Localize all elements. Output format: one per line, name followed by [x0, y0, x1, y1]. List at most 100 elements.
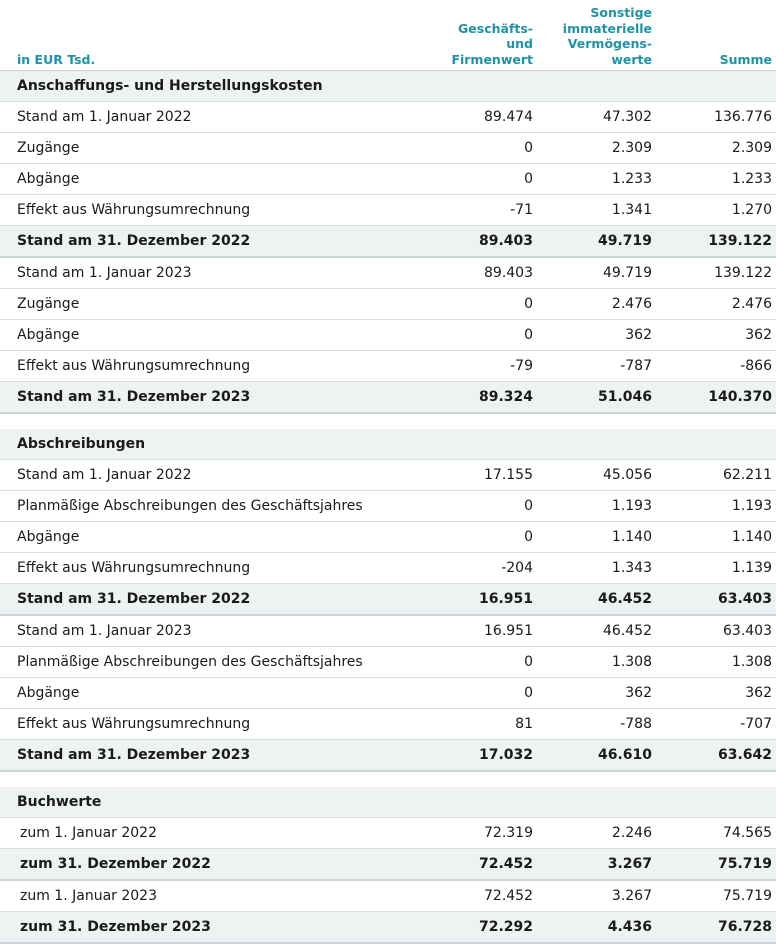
asset-schedule-table: in EUR Tsd. Geschäfts- und Firmenwert So…	[0, 0, 776, 944]
total-value: 76.728	[717, 919, 772, 935]
table-row: Stand am 1. Januar 2023 89.403 49.719 139.1…	[0, 258, 776, 289]
goodwill-value: 81	[515, 716, 533, 732]
total-value: 75.719	[723, 888, 772, 904]
goodwill-value: 16.951	[484, 623, 533, 639]
goodwill-value: 0	[524, 498, 533, 514]
row-label: Stand am 1. Januar 2022	[17, 109, 192, 125]
other-intangibles-value: -788	[620, 716, 652, 732]
section-spacer	[0, 772, 776, 787]
goodwill-value: 89.403	[484, 265, 533, 281]
total-value: 139.122	[708, 233, 772, 249]
goodwill-value: 0	[524, 529, 533, 545]
total-value: 139.122	[714, 265, 772, 281]
goodwill-value: 72.292	[478, 919, 533, 935]
row-label: zum 31. Dezember 2023	[20, 919, 211, 935]
table-row: Stand am 1. Januar 2023 16.951 46.452 63.40…	[0, 616, 776, 647]
other-intangibles-value: 46.452	[603, 623, 652, 639]
row-label: Stand am 31. Dezember 2022	[17, 591, 251, 607]
column-header-goodwill: Geschäfts- und Firmenwert	[451, 20, 533, 67]
row-label: Effekt aus Währungsumrechnung	[17, 358, 251, 374]
total-value: 63.403	[717, 591, 772, 607]
other-intangibles-value: 1.343	[611, 560, 652, 576]
total-value: 62.211	[723, 467, 772, 483]
goodwill-value: 89.474	[484, 109, 533, 125]
other-intangibles-value: 47.302	[603, 109, 652, 125]
other-intangibles-value: 2.476	[611, 296, 652, 312]
section-spacer	[0, 414, 776, 429]
row-label: zum 1. Januar 2022	[20, 825, 157, 841]
row-label: Effekt aus Währungsumrechnung	[17, 716, 251, 732]
goodwill-value: -71	[510, 202, 533, 218]
other-intangibles-value: 362	[625, 327, 652, 343]
total-value: 2.476	[731, 296, 772, 312]
other-intangibles-value: 2.246	[611, 825, 652, 841]
table-row: zum 1. Januar 2023 72.452 3.267 75.719	[0, 881, 776, 912]
goodwill-value: -79	[510, 358, 533, 374]
total-value: 1.140	[731, 529, 772, 545]
goodwill-value: -204	[501, 560, 533, 576]
other-intangibles-value: 4.436	[607, 919, 652, 935]
row-label: Abgänge	[17, 327, 80, 343]
table-row: zum 1. Januar 2022 72.319 2.246 74.565	[0, 818, 776, 849]
goodwill-value: 0	[524, 171, 533, 187]
row-label: Stand am 31. Dezember 2022	[17, 233, 251, 249]
other-intangibles-value: 3.267	[607, 856, 652, 872]
row-label: Abgänge	[17, 529, 80, 545]
total-value: 74.565	[723, 825, 772, 841]
row-label: Abgänge	[17, 171, 80, 187]
table-row: Effekt aus Währungsumrechnung -71 1.341 1.2…	[0, 195, 776, 226]
table-header: in EUR Tsd. Geschäfts- und Firmenwert So…	[0, 0, 776, 71]
goodwill-value: 72.319	[484, 825, 533, 841]
goodwill-value: 0	[524, 296, 533, 312]
total-value: 1.308	[731, 654, 772, 670]
other-intangibles-value: 46.610	[597, 747, 652, 763]
row-label: Effekt aus Währungsumrechnung	[17, 560, 251, 576]
total-value: 2.309	[731, 140, 772, 156]
total-row: zum 31. Dezember 2023 72.292 4.436 76.728	[0, 912, 776, 944]
other-intangibles-value: 1.140	[611, 529, 652, 545]
row-label: Stand am 1. Januar 2023	[17, 623, 192, 639]
other-intangibles-value: 3.267	[611, 888, 652, 904]
goodwill-value: 0	[524, 685, 533, 701]
goodwill-value: 72.452	[484, 888, 533, 904]
column-header-other-intangibles: Sonstige immaterielle Vermögens- werte	[562, 5, 652, 67]
table-row: Stand am 1. Januar 2022 89.474 47.302 136.7…	[0, 102, 776, 133]
table-row: Abgänge 0 1.233 1.233	[0, 164, 776, 195]
row-label: Planmäßige Abschreibungen des Geschäftsj…	[17, 498, 363, 514]
total-value: 63.403	[723, 623, 772, 639]
row-label: Stand am 31. Dezember 2023	[17, 747, 251, 763]
row-label: Effekt aus Währungsumrechnung	[17, 202, 251, 218]
row-label: Buchwerte	[17, 794, 102, 810]
row-label: Stand am 1. Januar 2022	[17, 467, 192, 483]
section-header-row: Abschreibungen	[0, 429, 776, 460]
goodwill-value: 17.032	[478, 747, 533, 763]
other-intangibles-value: 1.193	[611, 498, 652, 514]
row-label: Planmäßige Abschreibungen des Geschäftsj…	[17, 654, 363, 670]
row-label: zum 1. Januar 2023	[20, 888, 157, 904]
total-value: 1.233	[731, 171, 772, 187]
table-row: Effekt aus Währungsumrechnung -79 -787 -866	[0, 351, 776, 382]
total-value: 362	[745, 327, 772, 343]
row-label: Abgänge	[17, 685, 80, 701]
other-intangibles-value: 2.309	[611, 140, 652, 156]
goodwill-value: 89.403	[478, 233, 533, 249]
goodwill-value: 0	[524, 140, 533, 156]
row-label: Stand am 31. Dezember 2023	[17, 389, 251, 405]
table-row: Zugänge 0 2.309 2.309	[0, 133, 776, 164]
section-header-row: Buchwerte	[0, 787, 776, 818]
total-value: -707	[740, 716, 772, 732]
row-label: zum 31. Dezember 2022	[20, 856, 211, 872]
other-intangibles-value: 45.056	[603, 467, 652, 483]
row-label: Zugänge	[17, 140, 80, 156]
other-intangibles-value: 1.233	[611, 171, 652, 187]
total-value: 75.719	[717, 856, 772, 872]
total-value: 1.193	[731, 498, 772, 514]
row-label: Anschaffungs- und Herstellungskosten	[17, 78, 323, 94]
other-intangibles-value: 46.452	[597, 591, 652, 607]
column-header-total: Summe	[719, 51, 772, 67]
row-label: Stand am 1. Januar 2023	[17, 265, 192, 281]
section-header-row: Anschaffungs- und Herstellungskosten	[0, 71, 776, 102]
total-value: -866	[740, 358, 772, 374]
total-value: 136.776	[714, 109, 772, 125]
other-intangibles-value: 49.719	[603, 265, 652, 281]
